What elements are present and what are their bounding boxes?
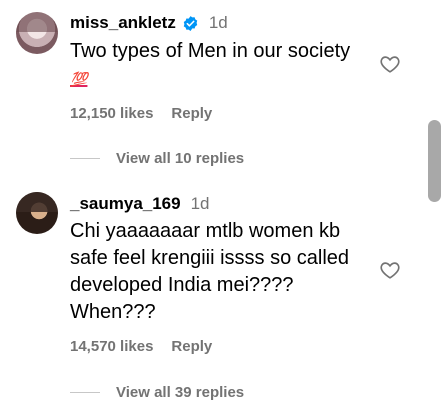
timestamp: 1d (190, 194, 210, 213)
replies-divider (70, 392, 100, 393)
likes-count[interactable]: 14,570 likes (70, 338, 153, 355)
username-link[interactable]: _saumya_169 (70, 194, 181, 214)
avatar[interactable] (16, 12, 58, 54)
scrollbar-track[interactable] (426, 0, 445, 408)
reply-button[interactable]: Reply (171, 338, 212, 355)
heart-outline-icon[interactable] (378, 259, 404, 283)
view-replies-button[interactable]: View all 39 replies (70, 384, 244, 401)
heart-outline-icon[interactable] (378, 53, 404, 77)
timestamp: 1d (208, 13, 228, 32)
scrollbar-thumb[interactable] (428, 120, 441, 202)
username-link[interactable]: miss_ankletz (70, 13, 176, 33)
replies-divider (70, 158, 100, 159)
verified-badge-icon (182, 15, 199, 32)
reply-button[interactable]: Reply (171, 105, 212, 122)
view-replies-label: View all 10 replies (116, 150, 245, 167)
hundred-points-emoji: 💯 (70, 71, 88, 87)
comment-text: Chi yaaaaaaar mtlb women kb safe feel kr… (70, 220, 350, 323)
comment-meta: 12,150 likes Reply (70, 105, 212, 122)
comment-meta: 14,570 likes Reply (70, 338, 212, 355)
comment-text: Two types of Men in our society 💯 (70, 38, 370, 93)
likes-count[interactable]: 12,150 likes (70, 105, 153, 122)
comment-header: _saumya_169 1d (70, 194, 210, 214)
view-replies-label: View all 39 replies (116, 384, 245, 401)
avatar[interactable] (16, 192, 58, 234)
view-replies-button[interactable]: View all 10 replies (70, 150, 244, 167)
comment-body: Two types of Men in our society (70, 40, 351, 62)
comment-header: miss_ankletz 1d (70, 13, 228, 33)
